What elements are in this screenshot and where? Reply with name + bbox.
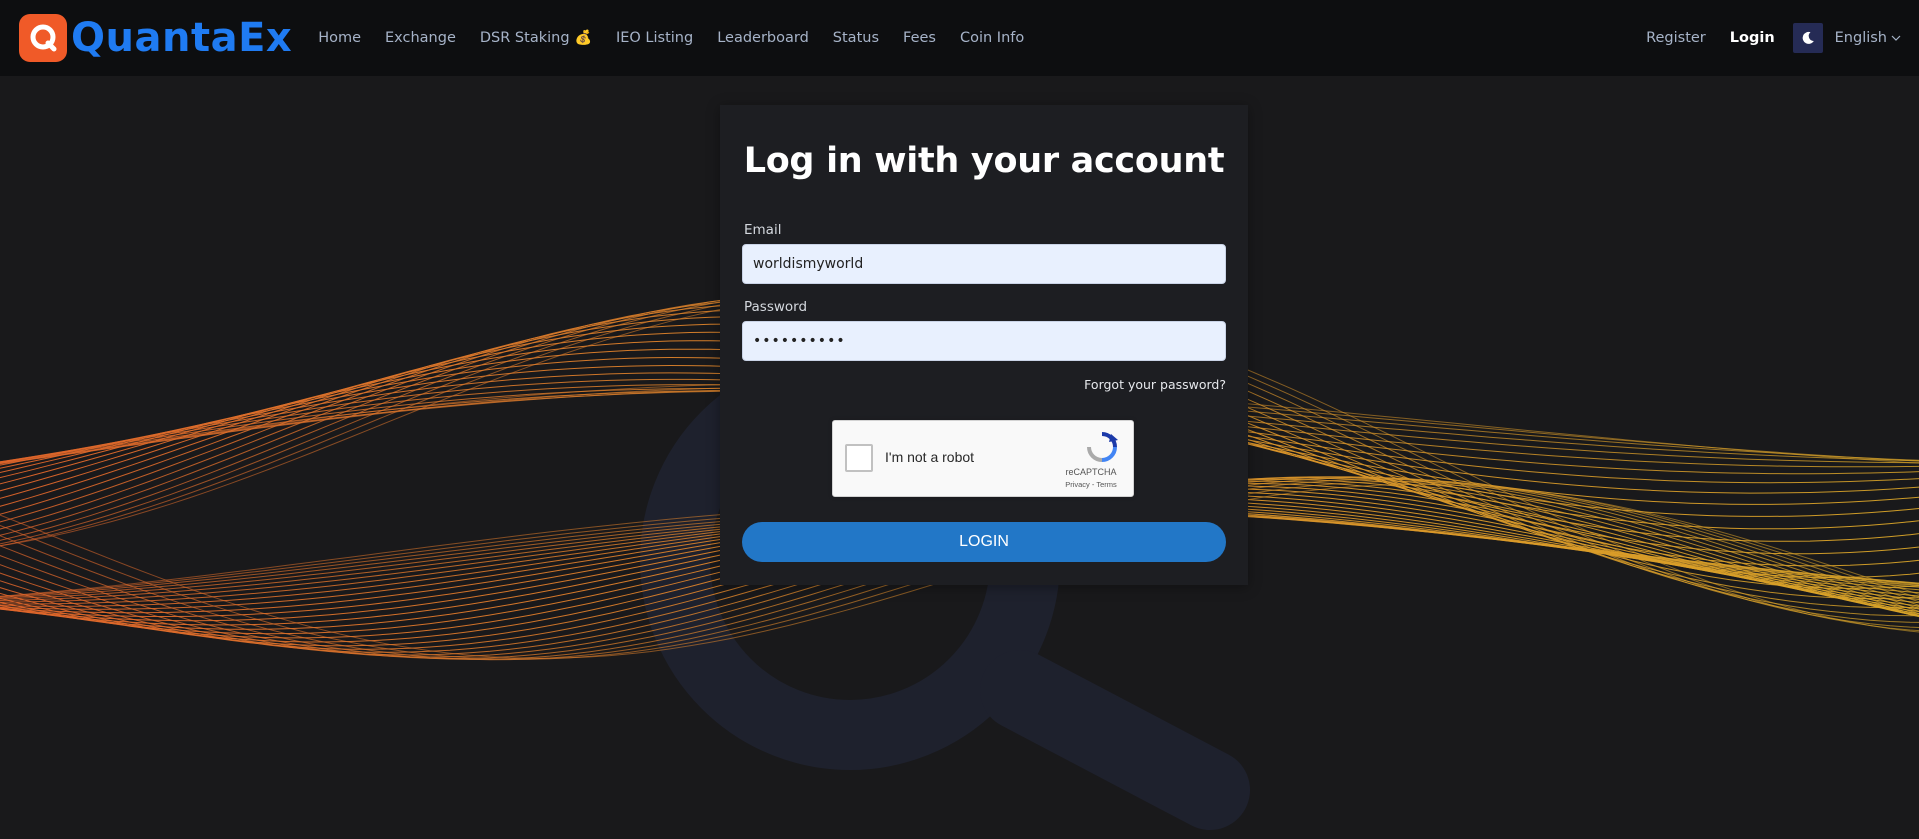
brand-name: QuantaEx xyxy=(71,15,293,61)
language-select[interactable]: English xyxy=(1835,30,1901,46)
top-nav-bar: QuantaEx Home Exchange DSR Staking 💰 IEO … xyxy=(0,0,1919,76)
recaptcha-logo-icon xyxy=(1087,432,1118,462)
password-label: Password xyxy=(744,299,808,315)
recaptcha-brand: reCAPTCHA xyxy=(1065,467,1117,477)
nav-status-label: Status xyxy=(832,30,880,46)
email-label: Email xyxy=(744,222,782,238)
nav-dsr-staking[interactable]: DSR Staking 💰 xyxy=(480,30,592,46)
recaptcha-links[interactable]: Privacy - Terms xyxy=(1061,480,1121,489)
forgot-password-link[interactable]: Forgot your password? xyxy=(1084,377,1226,392)
nav-exchange[interactable]: Exchange xyxy=(385,30,456,46)
main-nav: Home Exchange DSR Staking 💰 IEO Listing L… xyxy=(318,30,1048,46)
nav-dsr-staking-label: DSR Staking xyxy=(479,30,570,46)
chevron-down-icon xyxy=(1891,35,1901,41)
quantaex-logo-icon xyxy=(19,14,67,62)
nav-leaderboard[interactable]: Leaderboard xyxy=(717,30,809,46)
nav-leaderboard-label: Leaderboard xyxy=(717,30,809,46)
nav-fees-label: Fees xyxy=(903,30,936,46)
password-field[interactable] xyxy=(742,321,1226,361)
login-card: Log in with your account Email Password … xyxy=(720,105,1248,585)
nav-home[interactable]: Home xyxy=(318,30,361,46)
nav-exchange-label: Exchange xyxy=(385,30,456,46)
nav-coin-info[interactable]: Coin Info xyxy=(960,30,1024,46)
nav-fees[interactable]: Fees xyxy=(903,30,936,46)
brand-logo[interactable]: QuantaEx xyxy=(19,0,292,76)
register-link[interactable]: Register xyxy=(1646,30,1706,46)
recaptcha-widget: I'm not a robot reCAPTCHA Privacy - Term… xyxy=(832,420,1134,497)
nav-ieo-listing[interactable]: IEO Listing xyxy=(616,30,693,46)
theme-toggle-button[interactable] xyxy=(1792,23,1823,53)
login-submit-button[interactable]: LOGIN xyxy=(742,522,1226,562)
nav-status[interactable]: Status xyxy=(833,30,879,46)
language-label: English xyxy=(1834,30,1887,46)
nav-coin-info-label: Coin Info xyxy=(959,30,1025,46)
account-nav: Register Login English xyxy=(1622,0,1901,76)
nav-home-label: Home xyxy=(318,30,362,46)
moon-icon xyxy=(1802,31,1814,44)
recaptcha-checkbox[interactable] xyxy=(845,444,873,472)
email-field[interactable] xyxy=(742,244,1226,284)
login-title: Log in with your account xyxy=(743,141,1225,181)
login-link[interactable]: Login xyxy=(1730,30,1775,46)
nav-ieo-listing-label: IEO Listing xyxy=(615,30,694,46)
recaptcha-label: I'm not a robot xyxy=(885,449,975,465)
money-bag-icon: 💰 xyxy=(574,30,592,46)
